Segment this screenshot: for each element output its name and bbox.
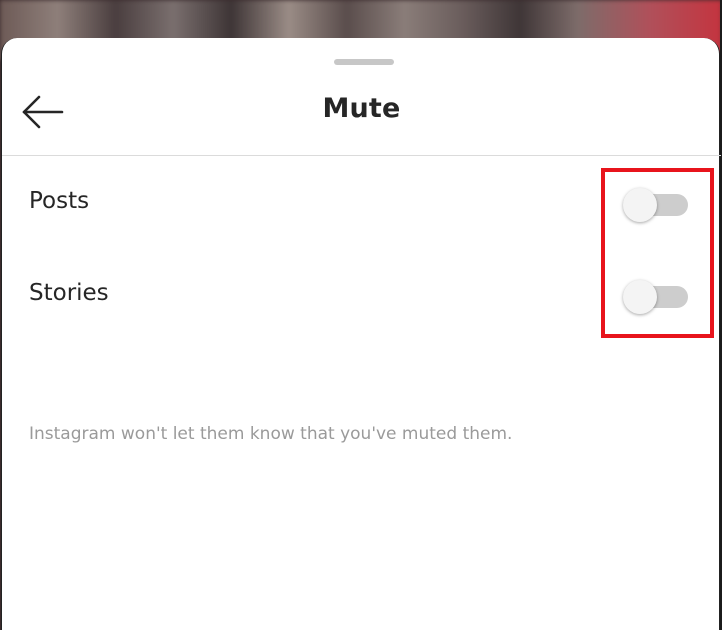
stories-toggle[interactable] — [623, 278, 689, 314]
setting-row-posts: Posts — [2, 174, 721, 234]
posts-label: Posts — [29, 188, 90, 214]
posts-toggle[interactable] — [623, 186, 689, 222]
sheet-drag-handle[interactable] — [334, 59, 394, 65]
header-divider — [2, 155, 721, 156]
posts-toggle-knob — [623, 188, 657, 222]
stories-label: Stories — [29, 280, 109, 306]
page-title: Mute — [322, 93, 401, 124]
mute-bottom-sheet: Mute Posts Stories Instagram won't let t… — [1, 38, 721, 630]
setting-row-stories: Stories — [2, 266, 721, 326]
stories-toggle-knob — [623, 280, 657, 314]
mute-info-text: Instagram won't let them know that you'v… — [29, 424, 513, 444]
